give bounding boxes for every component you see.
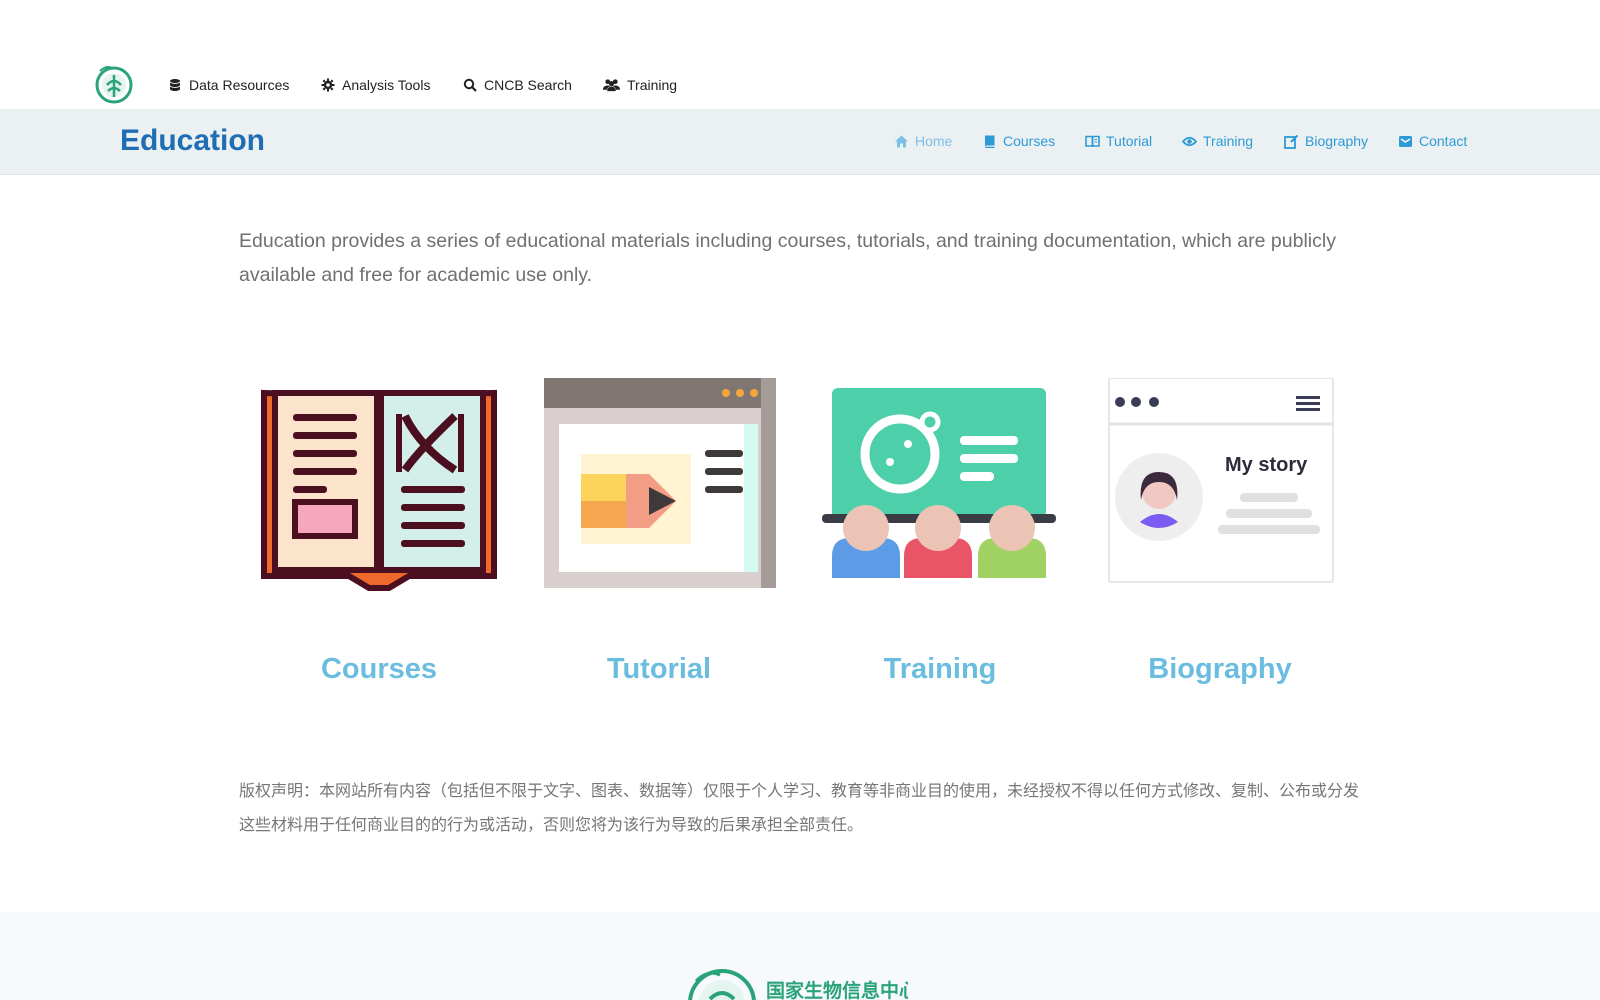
top-navigation: Data Resources Analysis Tools CNCB Searc… xyxy=(0,0,1600,109)
nav-cncb-search-label: CNCB Search xyxy=(484,77,572,93)
subnav-tutorial-label: Tutorial xyxy=(1106,133,1153,149)
subnav-courses-label: Courses xyxy=(1003,133,1056,149)
search-icon xyxy=(463,78,477,92)
database-icon xyxy=(170,79,180,91)
nav-analysis-tools-label: Analysis Tools xyxy=(342,77,431,93)
nav-data-resources-label: Data Resources xyxy=(189,77,290,93)
subnav-training-label: Training xyxy=(1203,133,1254,149)
users-icon xyxy=(603,79,620,92)
subnav-biography-label: Biography xyxy=(1305,133,1369,149)
card-courses[interactable]: Courses xyxy=(259,378,499,685)
card-tutorial[interactable]: Tutorial xyxy=(539,378,779,685)
card-training-label: Training xyxy=(883,653,997,685)
subnav-training[interactable]: Training xyxy=(1182,130,1253,152)
subnav-home[interactable]: Home xyxy=(894,130,952,152)
subnav-tutorial[interactable]: Tutorial xyxy=(1085,130,1152,152)
footer-logo-text: 国家生物信息中心 xyxy=(766,979,908,1000)
nav-cncb-search[interactable]: CNCB Search xyxy=(463,76,572,94)
profile-page-illustration-icon: My story xyxy=(1108,378,1334,583)
nav-data-resources[interactable]: Data Resources xyxy=(168,76,289,94)
open-book-illustration-icon xyxy=(261,389,497,591)
footer-logo[interactable]: 国家生物信息中心 xyxy=(688,969,908,1000)
page-title: Education xyxy=(120,124,266,157)
classroom-illustration-icon xyxy=(822,388,1056,578)
nav-training[interactable]: Training xyxy=(603,76,677,94)
home-icon xyxy=(895,135,908,147)
card-courses-label: Courses xyxy=(320,653,438,685)
cncb-logo-icon[interactable] xyxy=(94,63,134,105)
card-biography-label: Biography xyxy=(1148,653,1292,685)
intro-text: Education provides a series of education… xyxy=(239,230,1336,286)
subnav-biography[interactable]: Biography xyxy=(1284,130,1368,152)
my-story-text: My story xyxy=(1225,454,1308,476)
open-book-icon xyxy=(1085,135,1100,147)
eye-icon xyxy=(1182,136,1197,146)
subnav-home-label: Home xyxy=(915,133,953,149)
subnav-courses[interactable]: Courses xyxy=(982,130,1055,152)
nav-analysis-tools[interactable]: Analysis Tools xyxy=(321,76,430,94)
copyright-notice: 版权声明：本网站所有内容（包括但不限于文字、图表、数据等）仅限于个人学习、教育等… xyxy=(239,783,1360,834)
book-icon xyxy=(985,135,995,148)
nav-training-label: Training xyxy=(627,77,678,93)
card-training[interactable]: Training xyxy=(820,378,1060,685)
subnav-contact[interactable]: Contact xyxy=(1398,130,1467,152)
edit-icon xyxy=(1284,134,1299,149)
gear-icon xyxy=(321,78,335,92)
browser-pencil-illustration-icon xyxy=(544,378,776,588)
section-header: Education Home Courses Tutorial Training… xyxy=(0,109,1600,175)
card-tutorial-label: Tutorial xyxy=(606,653,712,685)
subnav-contact-label: Contact xyxy=(1419,133,1468,149)
card-biography[interactable]: My story Biography xyxy=(1100,378,1340,685)
mail-icon xyxy=(1399,135,1412,147)
